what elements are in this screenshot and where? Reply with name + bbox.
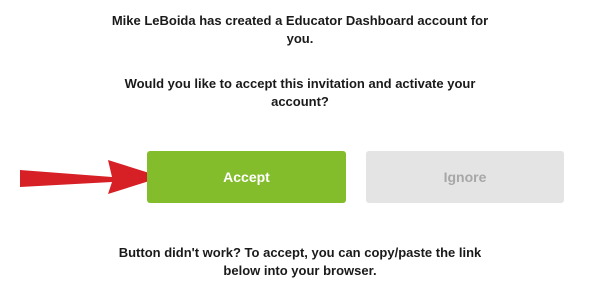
invitation-message-line-2: you. <box>286 31 314 46</box>
fallback-instructions-line-2: below into your browser. <box>223 263 377 278</box>
invitation-message-line-1: Mike LeBoida has created a Educator Dash… <box>111 13 489 28</box>
invitation-question-line-2: account? <box>271 94 329 109</box>
accept-button[interactable]: Accept <box>147 151 346 203</box>
invitation-question-line-1: Would you like to accept this invitation… <box>124 76 476 91</box>
ignore-button[interactable]: Ignore <box>366 151 564 203</box>
fallback-instructions-line-1: Button didn't work? To accept, you can c… <box>118 245 482 260</box>
